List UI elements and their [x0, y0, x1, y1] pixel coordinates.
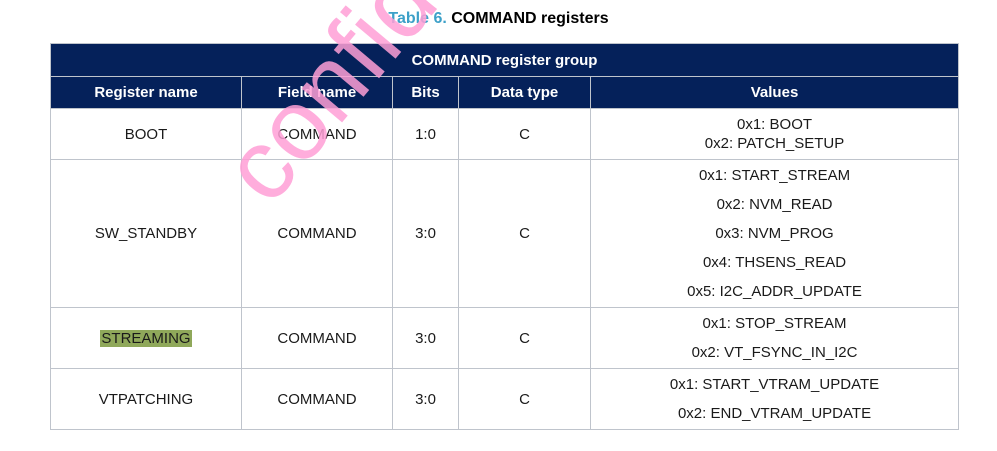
value-item: 0x3: NVM_PROG — [715, 225, 834, 242]
table-row: BOOT COMMAND 1:0 C 0x1: BOOT 0x2: PATCH_… — [50, 108, 960, 160]
values-cell: 0x1: START_VTRAM_UPDATE 0x2: END_VTRAM_U… — [589, 368, 960, 430]
values-cell: 0x1: STOP_STREAM 0x2: VT_FSYNC_IN_I2C — [589, 307, 960, 369]
group-title: COMMAND register group — [49, 43, 960, 77]
value-item: 0x2: VT_FSYNC_IN_I2C — [691, 344, 858, 361]
command-registers-table: COMMAND register group Register name Fie… — [49, 43, 960, 430]
header-values: Values — [589, 76, 960, 109]
bits: 3:0 — [392, 159, 459, 308]
bits: 3:0 — [392, 368, 459, 430]
value-item: 0x2: PATCH_SETUP — [704, 135, 845, 152]
bits: 1:0 — [392, 108, 459, 160]
highlighted-register-name: STREAMING — [100, 329, 192, 347]
values-cell: 0x1: BOOT 0x2: PATCH_SETUP — [589, 108, 960, 160]
field-name: COMMAND — [241, 159, 393, 308]
values-cell: 0x1: START_STREAM 0x2: NVM_READ 0x3: NVM… — [589, 159, 960, 308]
table-caption: Table 6. COMMAND registers — [0, 10, 997, 28]
register-name: SW_STANDBY — [50, 159, 242, 308]
register-name: VTPATCHING — [50, 368, 242, 430]
field-name: COMMAND — [241, 307, 393, 369]
value-item: 0x4: THSENS_READ — [702, 254, 847, 271]
bits: 3:0 — [392, 307, 459, 369]
table-number: Table 6. — [388, 10, 447, 27]
value-item: 0x1: STOP_STREAM — [702, 315, 847, 332]
header-register-name: Register name — [50, 76, 242, 109]
table-title: COMMAND registers — [451, 10, 609, 27]
value-item: 0x2: NVM_READ — [716, 196, 833, 213]
value-item: 0x1: BOOT — [737, 116, 813, 133]
table-row: STREAMING COMMAND 3:0 C 0x1: STOP_STREAM… — [50, 307, 960, 369]
value-item: 0x2: END_VTRAM_UPDATE — [677, 405, 872, 422]
table-row: VTPATCHING COMMAND 3:0 C 0x1: START_VTRA… — [50, 368, 960, 430]
data-type: C — [458, 159, 591, 308]
data-type: C — [458, 307, 591, 369]
header-bits: Bits — [392, 76, 459, 109]
header-field-name: Field name — [241, 76, 393, 109]
field-name: COMMAND — [241, 368, 393, 430]
value-item: 0x5: I2C_ADDR_UPDATE — [687, 283, 862, 300]
field-name: COMMAND — [241, 108, 393, 160]
table-row: SW_STANDBY COMMAND 3:0 C 0x1: START_STRE… — [50, 159, 960, 308]
data-type: C — [458, 368, 591, 430]
value-item: 0x1: START_VTRAM_UPDATE — [669, 376, 880, 393]
header-data-type: Data type — [458, 76, 591, 109]
register-name: BOOT — [50, 108, 242, 160]
value-item: 0x1: START_STREAM — [698, 167, 851, 184]
data-type: C — [458, 108, 591, 160]
register-name: STREAMING — [50, 307, 242, 369]
